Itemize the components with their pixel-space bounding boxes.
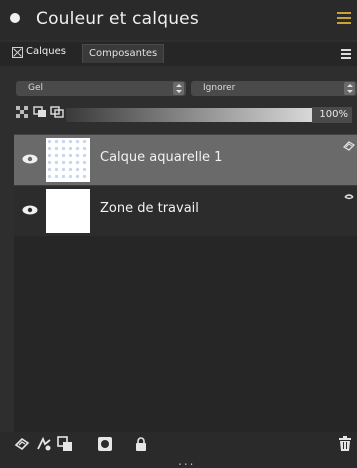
panel-menu-icon[interactable] <box>337 12 351 26</box>
close-tab-icon[interactable] <box>12 47 23 58</box>
layers-toolbar: ... <box>0 432 357 467</box>
layer-list: Calque aquarelle 1 Zone de travail <box>14 134 357 433</box>
lock-icon[interactable] <box>133 436 149 452</box>
layer-effects-icon[interactable] <box>36 436 52 452</box>
panel-title: Couleur et calques <box>36 9 199 29</box>
tabs-menu-icon[interactable] <box>341 49 351 61</box>
eye-icon[interactable] <box>22 205 38 215</box>
layer-name: Calque aquarelle 1 <box>100 150 223 165</box>
color-layers-panel: Couleur et calques Calques Composantes G… <box>0 0 357 467</box>
new-layer-icon[interactable] <box>14 436 30 452</box>
transparency-icon[interactable] <box>16 106 30 118</box>
layer-thumbnail <box>46 138 90 182</box>
panel-titlebar: Couleur et calques <box>0 0 357 40</box>
layer-thumbnail <box>46 189 90 233</box>
tab-composantes[interactable]: Composantes <box>82 44 165 63</box>
duplicate-layer-icon[interactable] <box>57 436 73 452</box>
composite-mode-dropdown[interactable]: Ignorer <box>191 81 357 96</box>
updown-arrow-icon <box>344 82 355 95</box>
trash-icon[interactable] <box>337 436 353 452</box>
link-badge-icon <box>344 194 354 200</box>
updown-arrow-icon <box>173 82 184 95</box>
clip-icon[interactable] <box>33 106 47 118</box>
panel-bullet-icon <box>10 13 20 23</box>
opacity-slider[interactable] <box>66 108 312 122</box>
composite-mode-value: Ignorer <box>203 83 236 93</box>
layer-row[interactable]: Calque aquarelle 1 <box>14 135 357 186</box>
mask-icon[interactable] <box>97 436 113 452</box>
watercolor-badge-icon <box>343 141 355 151</box>
blend-mode-dropdown[interactable]: Gel <box>16 81 186 96</box>
panel-tabs: Calques Composantes <box>0 42 357 66</box>
layer-name: Zone de travail <box>100 201 199 216</box>
tab-calques[interactable]: Calques <box>26 46 66 57</box>
more-options-handle[interactable]: ... <box>178 455 195 467</box>
lock-transparency-icon[interactable] <box>50 106 64 118</box>
eye-icon[interactable] <box>22 154 38 164</box>
layer-row[interactable]: Zone de travail <box>14 186 357 236</box>
blend-mode-value: Gel <box>28 83 44 93</box>
opacity-value[interactable]: 100% <box>312 107 352 123</box>
